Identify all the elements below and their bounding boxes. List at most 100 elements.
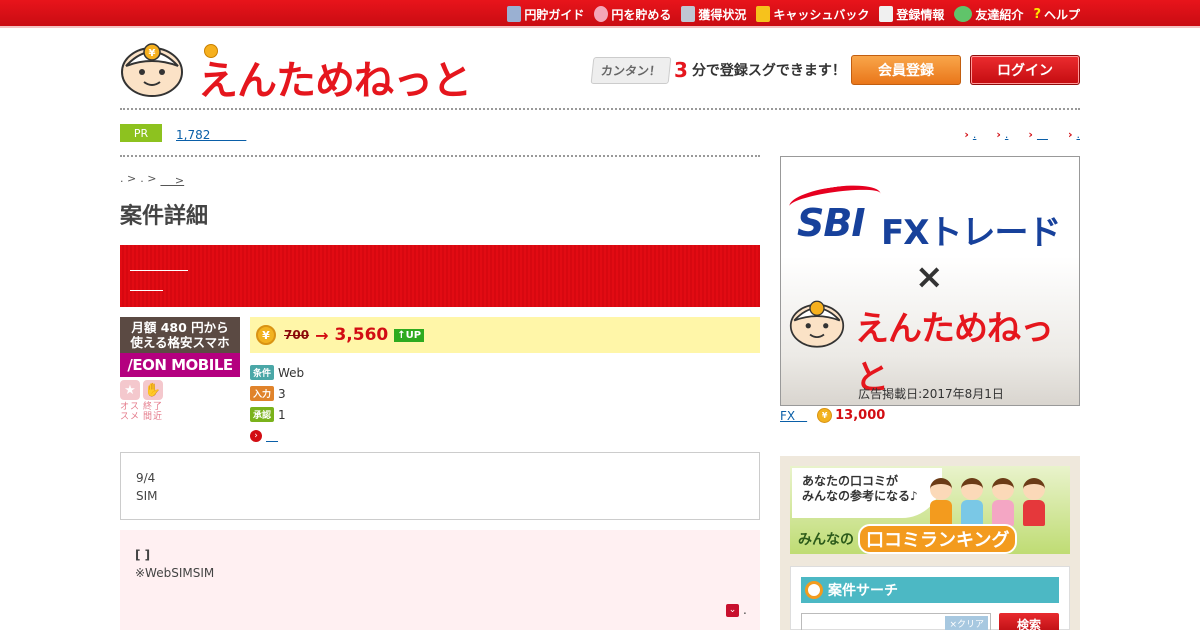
ranking-title: みんなの 口コミランキング <box>798 524 1018 554</box>
tagline-number: 3 <box>674 58 688 82</box>
nav-account[interactable]: 登録情報 <box>879 6 944 23</box>
chevron-right-icon: › <box>1067 127 1073 141</box>
condition-tag: 入力 <box>250 386 275 401</box>
search-icon <box>805 581 823 599</box>
pr-link[interactable]: 1,782 <box>176 126 246 143</box>
chevron-right-icon: › <box>964 127 969 141</box>
child-icon <box>1021 474 1047 526</box>
nav-earn[interactable]: 円を貯める <box>594 6 671 23</box>
chat-bubble-icon <box>954 6 973 22</box>
arrow-right-icon: → <box>315 325 329 345</box>
divider <box>120 108 1080 110</box>
ad-date: 広告掲載日:2017年8月1日 <box>858 387 1004 401</box>
quick-link[interactable]: ›. <box>996 126 1008 142</box>
tagline: カンタン！ 3 分で登録スグできます！ <box>590 56 846 84</box>
star-icon[interactable]: ★ <box>120 380 140 400</box>
nav-cashback[interactable]: キャッシュバック <box>756 6 869 23</box>
fav-label-ending: 終了間近 <box>143 402 164 422</box>
nav-cashback-label: キャッシュバック <box>773 7 870 22</box>
search-title: 案件サーチ <box>828 583 898 599</box>
nav-help[interactable]: ? ヘルプ <box>1033 6 1080 23</box>
ad-points-value: 13,000 <box>835 408 886 423</box>
nav-help-label: ヘルプ <box>1043 7 1080 22</box>
review-bubble: あなたの口コミが みんなの参考になる♪ <box>792 468 942 518</box>
tagline-text: 分で登録スグできます！ <box>691 63 846 79</box>
ad-times: × <box>915 257 944 297</box>
expand-toggle-label: . <box>743 603 747 617</box>
condition-value: 3 <box>278 386 286 401</box>
register-button[interactable]: 会員登録 <box>851 55 961 85</box>
quick-links: ›. ›. › ›. <box>964 126 1080 142</box>
document-icon <box>879 6 894 22</box>
banner-line <box>130 279 163 291</box>
quick-link-label[interactable]: . <box>1005 128 1009 141</box>
breadcrumb-item[interactable]: . > <box>120 172 136 188</box>
quick-link-label[interactable]: . <box>1077 128 1081 141</box>
chevron-down-icon: ⌄ <box>726 603 739 617</box>
condition-value: Web <box>278 365 305 380</box>
breadcrumb-item[interactable]: > <box>160 172 184 188</box>
quick-link-label[interactable] <box>1037 126 1048 142</box>
nav-invite[interactable]: 友達紹介 <box>954 6 1023 23</box>
nav-earn-label: 円を貯める <box>611 7 672 22</box>
review-line: あなたの口コミが <box>802 474 899 488</box>
svg-text:¥: ¥ <box>149 48 156 59</box>
ad-sbi-logo: SBI <box>797 201 865 245</box>
expand-toggle[interactable]: ⌄ . <box>726 601 747 619</box>
brand-logo[interactable]: えんためねっと <box>198 48 472 106</box>
condition-row: 承認 1 <box>250 404 304 425</box>
new-points: 3,560 <box>334 325 389 345</box>
clear-button[interactable]: ×クリア <box>945 616 988 630</box>
nav-status[interactable]: 獲得状況 <box>681 6 746 23</box>
old-points: 700 <box>284 328 310 342</box>
condition-row: 入力 3 <box>250 383 304 404</box>
ad-points: ¥ 13,000 <box>817 408 885 423</box>
search-header: 案件サーチ <box>801 577 1059 603</box>
quick-link[interactable]: ›. <box>964 126 976 142</box>
offer-thumbnail[interactable]: 月額 480 円から 使える格安スマホ /EON MOBILE <box>120 317 240 377</box>
quick-link[interactable]: › <box>1028 126 1048 142</box>
login-button[interactable]: ログイン <box>970 55 1080 85</box>
breadcrumb: . > . > > <box>120 172 184 188</box>
nav-guide[interactable]: 円貯ガイド <box>507 6 584 23</box>
note-line: 9/4 <box>136 471 156 485</box>
mascot-logo-icon[interactable]: ¥ <box>120 42 184 98</box>
site-header: ¥ えんためねっと カンタン！ 3 分で登録スグできます！ 会員登録 ログイン <box>120 38 1080 104</box>
coin-icon: ¥ <box>817 408 833 423</box>
detail-box: [ ] ※WebSIMSIM ⌄ . <box>120 530 760 630</box>
more-link[interactable]: › <box>250 427 304 444</box>
search-button[interactable]: 検索 <box>999 613 1059 630</box>
sidebar: あなたの口コミが みんなの参考になる♪ みんなの 口コミランキング 案件サーチ … <box>780 456 1080 630</box>
chevron-right-icon: › <box>996 127 1001 141</box>
pr-badge: PR <box>120 124 162 142</box>
banner-line <box>130 259 188 271</box>
more-link-label[interactable] <box>266 427 278 444</box>
ranking-pre: みんなの <box>798 532 854 548</box>
condition-value: 1 <box>278 407 286 422</box>
fav-label-recommend: オススメ <box>120 402 141 422</box>
offer-thumbnail-brand: /EON MOBILE <box>120 353 240 377</box>
top-nav-items: 円貯ガイド 円を貯める 獲得状況 キャッシュバック 登録情報 友達紹介 ? ヘル… <box>507 0 1080 28</box>
hand-icon[interactable]: ✋ <box>143 380 163 400</box>
points-bar: ¥ 700 → 3,560 ↑UP <box>250 317 760 353</box>
detail-text: ※WebSIMSIM <box>135 566 215 580</box>
chevron-right-icon: › <box>1028 127 1033 141</box>
divider <box>120 155 760 157</box>
up-badge: ↑UP <box>394 328 425 342</box>
book-icon <box>507 6 522 22</box>
quick-link[interactable]: ›. <box>1068 126 1080 142</box>
ad-banner[interactable]: SBI FXトレード × えんためねっと 広告掲載日:2017年8月1日 <box>780 156 1080 406</box>
children-illustration <box>928 474 1047 526</box>
review-ranking-banner[interactable]: あなたの口コミが みんなの参考になる♪ みんなの 口コミランキング <box>790 466 1070 554</box>
coin-icon: ¥ <box>256 325 276 345</box>
ad-caption-link[interactable]: FX <box>780 407 807 424</box>
detail-heading: [ ] <box>135 548 151 562</box>
nav-invite-label: 友達紹介 <box>975 7 1024 22</box>
offer-search: 案件サーチ ×クリア 検索 <box>790 566 1070 630</box>
condition-tag: 条件 <box>250 365 275 380</box>
breadcrumb-item[interactable]: . > <box>140 172 156 188</box>
search-input[interactable]: ×クリア <box>801 613 991 630</box>
nav-account-label: 登録情報 <box>896 7 945 22</box>
quick-link-label[interactable]: . <box>973 128 977 141</box>
coin-stack-icon <box>756 6 771 22</box>
